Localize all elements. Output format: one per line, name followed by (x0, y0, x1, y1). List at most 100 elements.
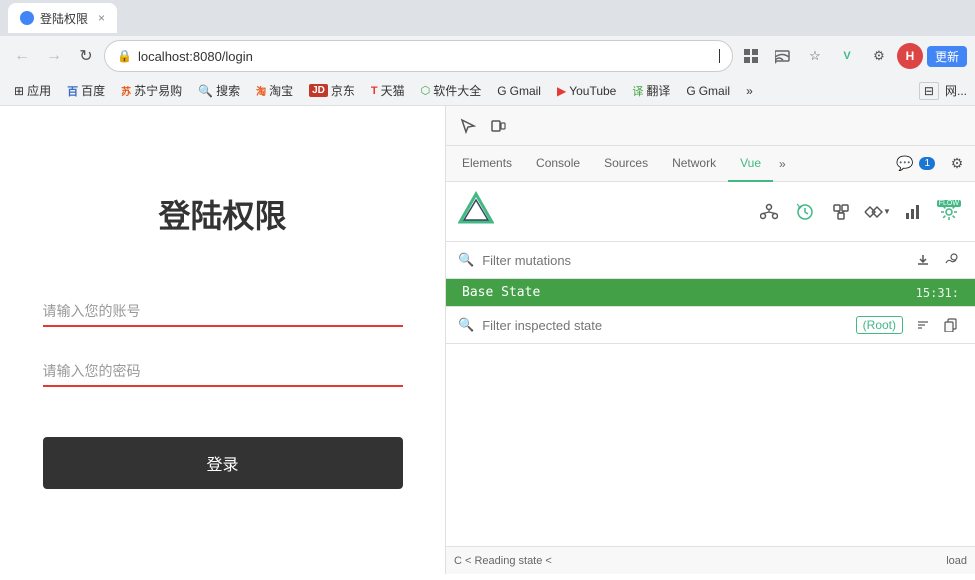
filter-state-input[interactable] (482, 318, 847, 333)
bookmark-manager-icon[interactable]: ⊟ (919, 82, 939, 100)
bookmark-gmail[interactable]: G Gmail (491, 82, 547, 100)
refresh-button[interactable]: 更新 (927, 46, 967, 67)
url-text: localhost:8080/login (138, 49, 713, 64)
bookmark-label: 苏宁易购 (134, 82, 182, 99)
tmall-icon: T (371, 85, 378, 97)
badge-area: 💬 1 (896, 155, 943, 172)
tab-console[interactable]: Console (524, 146, 592, 182)
bookmark-extra-icon: 网... (945, 82, 967, 99)
copy-button[interactable] (939, 313, 963, 337)
password-input-group (43, 357, 403, 387)
password-input[interactable] (43, 357, 403, 387)
bookmark-label: 天猫 (381, 82, 405, 99)
login-button[interactable]: 登录 (43, 437, 403, 489)
vue-header: ▼ FLOW (446, 182, 975, 242)
bottom-section: 🔍 (Root) (446, 306, 975, 546)
bookmark-youtube[interactable]: ▶ Elements YouTube (551, 82, 622, 100)
grid-icon-button[interactable] (737, 42, 765, 70)
bookmarks-bar: ⊞ 应用 百 百度 苏 苏宁易购 🔍 搜索 淘 淘宝 JD 京东 T 天猫 ⬡ (0, 76, 975, 106)
time-travel-button[interactable] (791, 198, 819, 226)
forward-button[interactable]: → (40, 42, 68, 70)
device-toggle-button[interactable] (484, 112, 512, 140)
bookmark-more[interactable]: » (740, 82, 759, 100)
filter-state-bar: 🔍 (Root) (446, 307, 975, 344)
devtools-settings-button[interactable]: ⚙ (943, 150, 971, 178)
apps-icon: ⊞ (14, 84, 24, 98)
export-button[interactable] (911, 248, 935, 272)
filter-mutations-bar: 🔍 (446, 242, 975, 279)
suning-icon: 苏 (121, 83, 131, 98)
chat-icon: 💬 (896, 155, 913, 172)
tab-bar: 登陆权限 × (0, 0, 975, 36)
devtools-status-left: C < Reading state < (454, 555, 552, 567)
more-bookmarks-icon: » (746, 84, 753, 98)
devtools-status-right: load (946, 555, 967, 567)
address-bar[interactable]: 🔒 localhost:8080/login (104, 40, 733, 72)
cast-icon-button[interactable] (769, 42, 797, 70)
taobao-icon: 淘 (256, 83, 266, 98)
performance-button[interactable] (899, 198, 927, 226)
nav-bar: ← → ↻ 🔒 localhost:8080/login (0, 36, 975, 76)
tab-close-button[interactable]: × (98, 11, 105, 25)
bookmark-label: Gmail (699, 84, 730, 98)
filter-mutations-input[interactable] (482, 253, 903, 268)
bookmark-baidu[interactable]: 百 百度 (61, 80, 111, 101)
vue-extension-icon[interactable]: V (833, 42, 861, 70)
tab-network[interactable]: Network (660, 146, 728, 182)
flow-badge: FLOW (937, 200, 961, 207)
bookmark-suning[interactable]: 苏 苏宁易购 (115, 80, 188, 101)
tab-favicon (20, 11, 34, 25)
bookmark-label: 应用 (27, 82, 51, 99)
login-title: 登陆权限 (158, 191, 286, 237)
fanyi-icon: 译 (632, 83, 643, 99)
bookmark-fanyi[interactable]: 译 翻译 (626, 80, 676, 101)
root-tag: (Root) (856, 316, 903, 334)
profile-button[interactable]: H (897, 43, 923, 69)
account-input[interactable] (43, 297, 403, 327)
search-icon: 🔍 (198, 84, 213, 98)
login-form: 登录 (43, 297, 403, 489)
vue-logo (458, 190, 494, 233)
import-button[interactable] (939, 248, 963, 272)
browser-tab[interactable]: 登陆权限 × (8, 3, 117, 33)
mutation-row[interactable]: Base State 15:31: (446, 279, 975, 306)
bookmark-taobao[interactable]: 淘 淘宝 (250, 80, 299, 101)
toolbar-icons: ☆ V ⚙ H 更新 (737, 42, 967, 70)
baidu-icon: 百 (67, 83, 78, 99)
tab-title: 登陆权限 (40, 10, 88, 27)
software-icon: ⬡ (421, 84, 431, 97)
bookmark-software[interactable]: ⬡ 软件大全 (415, 80, 488, 101)
mutation-time: 15:31: (916, 286, 959, 300)
gmail2-icon: G (686, 84, 695, 98)
bookmark-gmail2[interactable]: G Gmail (680, 82, 736, 100)
bookmark-apps[interactable]: ⊞ 应用 (8, 80, 57, 101)
lock-icon: 🔒 (117, 49, 132, 63)
state-search-icon: 🔍 (458, 317, 474, 333)
tab-vue[interactable]: Vue (728, 146, 773, 182)
youtube-icon: ▶ (557, 84, 566, 98)
devtools-bottom-bar: C < Reading state < load (446, 546, 975, 574)
inspect-element-button[interactable] (454, 112, 482, 140)
mutation-name: Base State (462, 285, 540, 300)
extensions-icon-button[interactable]: ⚙ (865, 42, 893, 70)
settings-flow-button[interactable]: FLOW (935, 198, 963, 226)
bookmark-search[interactable]: 🔍 搜索 (192, 80, 246, 101)
more-tabs-button[interactable]: » (773, 157, 792, 171)
back-button[interactable]: ← (8, 42, 36, 70)
state-actions (911, 313, 963, 337)
tab-sources[interactable]: Sources (592, 146, 660, 182)
tab-elements[interactable]: Elements (450, 146, 524, 182)
bookmark-jd[interactable]: JD 京东 (303, 80, 361, 101)
bookmark-star-button[interactable]: ☆ (801, 42, 829, 70)
bookmark-label: Gmail (510, 84, 541, 98)
bookmark-label: 京东 (331, 82, 355, 99)
bookmark-label: 百度 (81, 82, 105, 99)
bookmark-tmall[interactable]: T 天猫 (365, 80, 411, 101)
vuex-button[interactable] (827, 198, 855, 226)
component-tree-button[interactable] (755, 198, 783, 226)
devtools-tabs: Elements Console Sources Network Vue » 💬… (446, 146, 975, 182)
reload-button[interactable]: ↻ (72, 42, 100, 70)
sort-button[interactable] (911, 313, 935, 337)
router-button[interactable]: ▼ (863, 198, 891, 226)
filter-actions (911, 248, 963, 272)
